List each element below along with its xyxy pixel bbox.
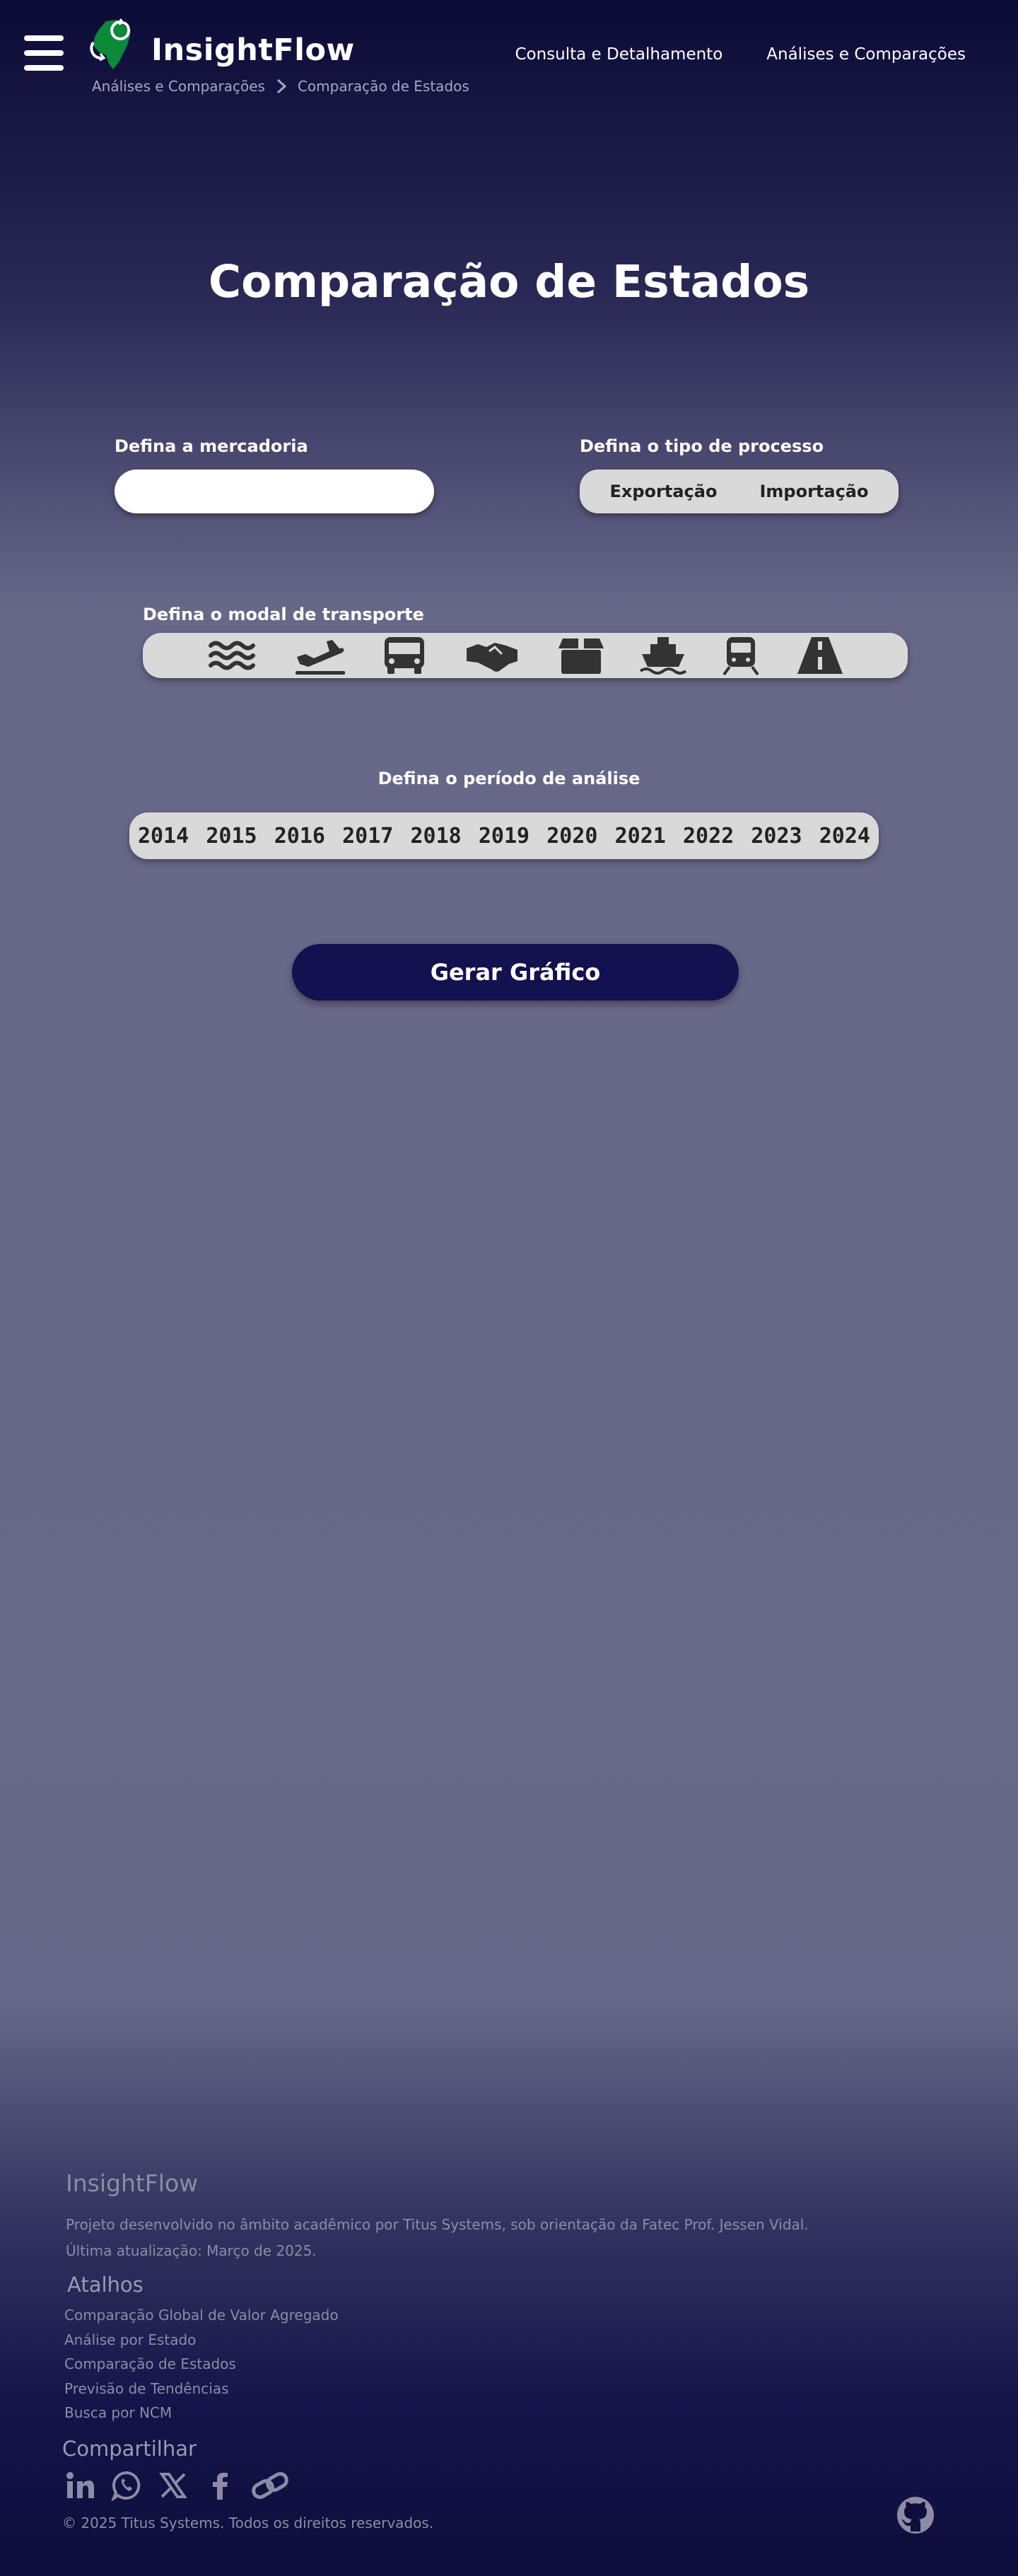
- generate-chart-button[interactable]: Gerar Gráfico: [292, 944, 739, 1001]
- year-2016[interactable]: 2016: [273, 824, 327, 849]
- shortcut-link[interactable]: Análise por Estado: [64, 2331, 339, 2356]
- year-2022[interactable]: 2022: [681, 824, 735, 849]
- footer-description: Projeto desenvolvido no âmbito acadêmico…: [66, 2216, 809, 2233]
- year-2018[interactable]: 2018: [409, 824, 463, 849]
- airplane-icon[interactable]: [293, 636, 346, 675]
- copyright: © 2025 Titus Systems. Todos os direitos …: [62, 2514, 434, 2531]
- breadcrumb-item-analises[interactable]: Análises e Comparações: [92, 78, 265, 95]
- page-title: Comparação de Estados: [208, 256, 810, 308]
- modal-label: Defina o modal de transporte: [143, 605, 424, 624]
- processo-toggle: Exportação Importação: [580, 470, 899, 513]
- ship-icon[interactable]: [636, 636, 690, 675]
- chevron-right-icon: [276, 78, 287, 94]
- breadcrumb: Análises e Comparações Comparação de Est…: [92, 78, 469, 95]
- year-2014[interactable]: 2014: [136, 824, 190, 849]
- brand-name[interactable]: InsightFlow: [151, 33, 355, 68]
- train-icon[interactable]: [714, 636, 768, 676]
- shortcuts-list: Comparação Global de Valor Agregado Anál…: [64, 2307, 339, 2429]
- main-nav: Consulta e Detalhamento Análises e Compa…: [515, 45, 966, 64]
- year-2024[interactable]: 2024: [818, 824, 872, 849]
- x-icon[interactable]: [158, 2470, 189, 2501]
- footer-brand: InsightFlow: [66, 2169, 199, 2197]
- mercadoria-label: Defina a mercadoria: [115, 436, 308, 456]
- year-2015[interactable]: 2015: [204, 824, 258, 849]
- share-icons: [64, 2470, 289, 2502]
- facebook-icon[interactable]: [204, 2470, 235, 2501]
- insightflow-logo-icon[interactable]: [85, 17, 141, 72]
- footer-updated: Última atualização: Março de 2025.: [66, 2242, 317, 2259]
- nav-analises-comparacoes[interactable]: Análises e Comparações: [766, 45, 966, 64]
- share-heading: Compartilhar: [62, 2437, 197, 2461]
- periodo-label: Defina o período de análise: [378, 769, 640, 788]
- linkedin-icon[interactable]: [64, 2470, 95, 2501]
- shortcuts-heading: Atalhos: [67, 2273, 144, 2297]
- year-2019[interactable]: 2019: [477, 824, 531, 849]
- year-2023[interactable]: 2023: [749, 824, 803, 849]
- box-icon[interactable]: [554, 636, 608, 675]
- road-icon[interactable]: [793, 636, 847, 675]
- processo-label: Defina o tipo de processo: [580, 436, 824, 456]
- bus-icon[interactable]: [378, 636, 431, 675]
- option-exportacao[interactable]: Exportação: [610, 482, 718, 501]
- year-selector: 2014 2015 2016 2017 2018 2019 2020 2021 …: [129, 812, 879, 859]
- mercadoria-input[interactable]: [115, 470, 434, 513]
- link-icon[interactable]: [251, 2470, 289, 2501]
- site-header: InsightFlow Análises e Comparações Compa…: [0, 0, 1018, 106]
- waves-icon[interactable]: [205, 636, 259, 675]
- year-2020[interactable]: 2020: [545, 824, 599, 849]
- option-importacao[interactable]: Importação: [759, 482, 868, 501]
- year-2017[interactable]: 2017: [341, 824, 394, 849]
- breadcrumb-item-current: Comparação de Estados: [297, 78, 469, 95]
- shortcut-link[interactable]: Previsão de Tendências: [64, 2380, 339, 2405]
- handshake-icon[interactable]: [465, 636, 519, 675]
- github-icon[interactable]: [896, 2496, 935, 2534]
- shortcut-link[interactable]: Comparação Global de Valor Agregado: [64, 2307, 339, 2331]
- shortcut-link[interactable]: Busca por NCM: [64, 2404, 339, 2429]
- year-2021[interactable]: 2021: [614, 824, 667, 849]
- nav-consulta-detalhamento[interactable]: Consulta e Detalhamento: [515, 45, 722, 64]
- shortcut-link[interactable]: Comparação de Estados: [64, 2355, 339, 2380]
- modal-selector: [143, 633, 908, 678]
- whatsapp-icon[interactable]: [110, 2470, 142, 2502]
- hamburger-menu-icon[interactable]: [24, 35, 64, 81]
